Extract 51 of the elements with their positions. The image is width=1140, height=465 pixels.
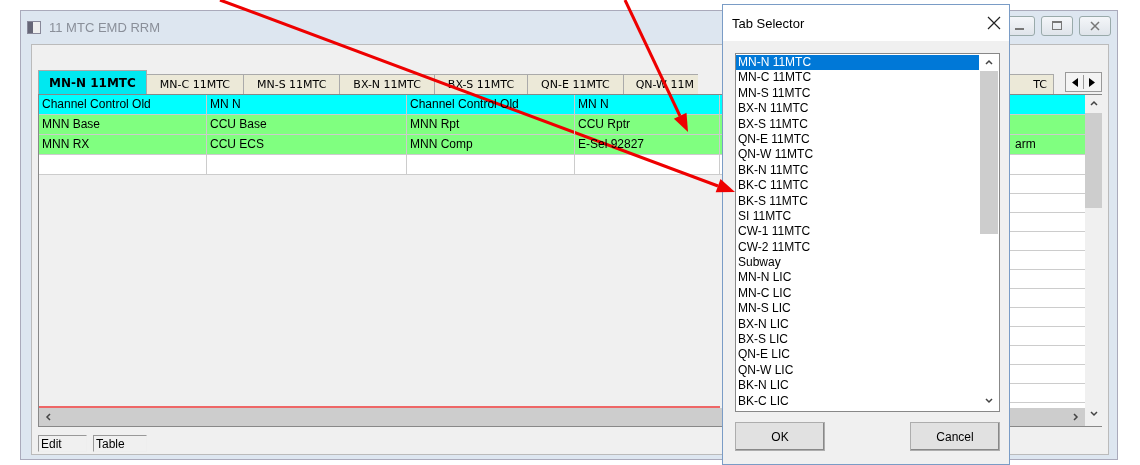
list-item[interactable]: BX-N LIC	[736, 316, 979, 333]
status-panel: Table	[93, 435, 147, 452]
list-item[interactable]: Subway	[736, 255, 979, 271]
tab[interactable]: MN-C 11MTC	[145, 74, 244, 94]
cancel-button[interactable]: Cancel	[910, 422, 1000, 451]
list-item[interactable]: MN-S LIC	[736, 301, 979, 317]
close-icon[interactable]	[987, 16, 1001, 30]
list-item[interactable]: MN-N LIC	[736, 270, 979, 286]
tab[interactable]: BX-N 11MTC	[339, 74, 435, 94]
tab[interactable]: QN-E 11MTC	[527, 74, 624, 94]
list-item[interactable]: QN-E LIC	[736, 347, 979, 363]
list-item[interactable]: BX-S LIC	[736, 332, 979, 348]
list-item[interactable]: MN-C LIC	[736, 285, 979, 302]
close-button[interactable]	[1079, 15, 1111, 36]
list-item[interactable]: CW-2 11MTC	[736, 239, 979, 256]
table-cell: MNN Comp	[407, 135, 575, 154]
table-cell: MNN Rpt	[407, 115, 575, 134]
maximize-button[interactable]	[1041, 15, 1073, 36]
list-item[interactable]: BK-N 11MTC	[736, 162, 979, 179]
scroll-down-icon[interactable]	[1088, 408, 1099, 418]
table-cell: CCU ECS	[207, 135, 407, 154]
list-item[interactable]: MN-N 11MTC	[736, 55, 979, 71]
table-cell: MNN RX	[39, 135, 207, 154]
tab[interactable]: MN-N 11MTC	[38, 70, 147, 94]
list-item[interactable]: BX-N 11MTC	[736, 101, 979, 117]
list-item[interactable]: MN-C 11MTC	[736, 70, 979, 86]
list-item[interactable]: QN-W LIC	[736, 362, 979, 379]
scroll-down-icon[interactable]	[984, 395, 994, 405]
list-item[interactable]: BK-C LIC	[736, 393, 979, 409]
dialog-title: Tab Selector	[732, 15, 805, 31]
list-item[interactable]: BX-S 11MTC	[736, 116, 979, 132]
table-cell: MN N	[207, 95, 407, 114]
scroll-right-icon[interactable]	[1070, 412, 1080, 422]
tab[interactable]: MN-S 11MTC	[242, 74, 341, 94]
list-item[interactable]: CW-1 11MTC	[736, 224, 979, 240]
table-cell: Channel Control Old	[39, 95, 207, 114]
table-cell: CCU Base	[207, 115, 407, 134]
list-item[interactable]: BK-C 11MTC	[736, 178, 979, 194]
tab-scroll-buttons[interactable]	[1065, 72, 1102, 92]
table-cell-text: arm	[1014, 136, 1037, 153]
list-item[interactable]: BK-S 11MTC	[736, 193, 979, 209]
ok-button[interactable]: OK	[735, 422, 825, 451]
status-panel: Edit	[38, 435, 87, 452]
table-cell: E-Sel 92827	[575, 135, 720, 154]
window-title: 11 MTC EMD RRM	[49, 20, 160, 35]
scroll-left-icon[interactable]	[44, 412, 54, 422]
list-item[interactable]: BK-N LIC	[736, 378, 979, 394]
app-icon	[27, 21, 41, 34]
list-item[interactable]: SI 11MTC	[736, 208, 979, 225]
table-cell: MNN Base	[39, 115, 207, 134]
vertical-scrollbar[interactable]	[1085, 95, 1102, 426]
